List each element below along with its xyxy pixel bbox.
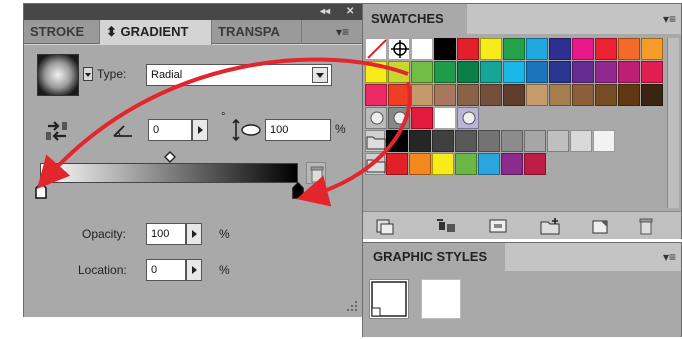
annotation-arrow-1 [37, 57, 409, 189]
annotation-arrow-2 [296, 81, 412, 207]
annotation-arrows [37, 57, 412, 207]
